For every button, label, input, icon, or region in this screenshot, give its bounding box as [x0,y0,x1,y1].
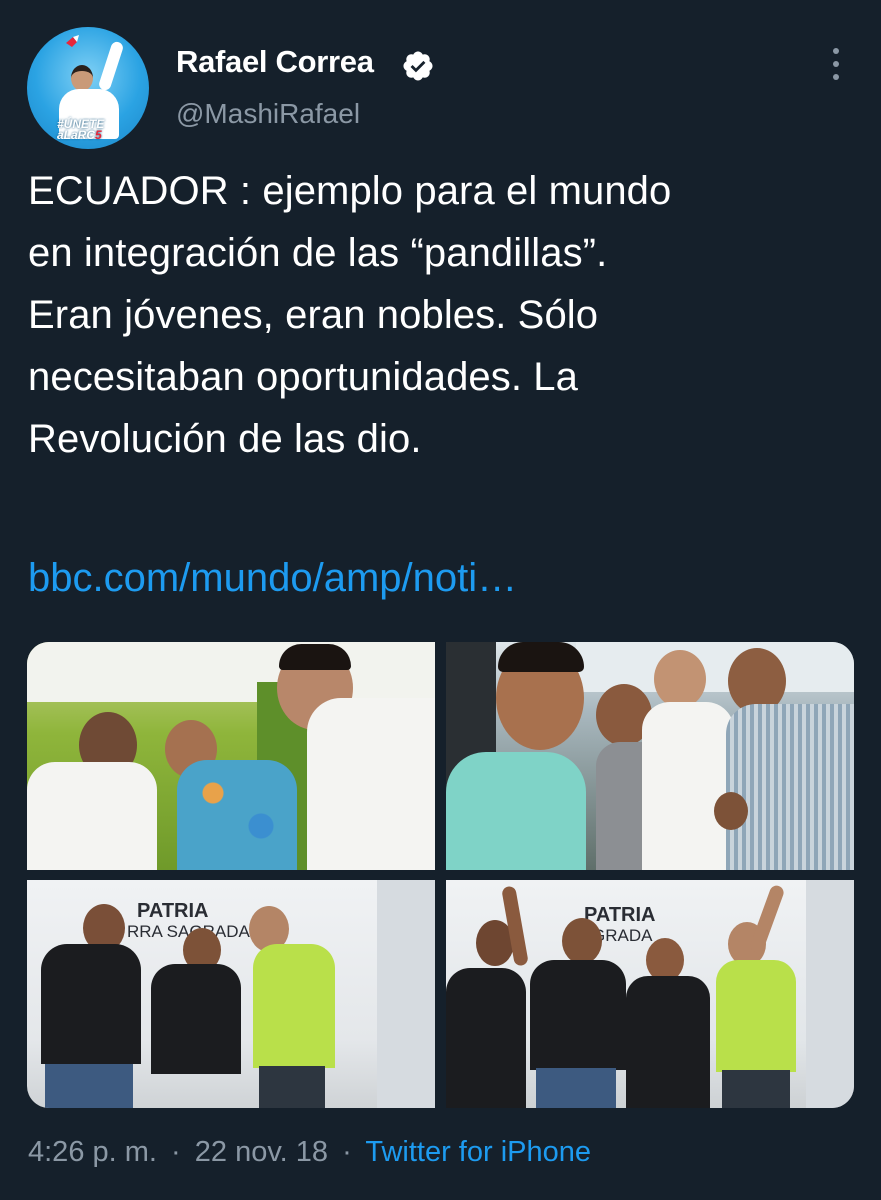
person-hair [498,642,584,672]
person-pants [259,1066,325,1108]
person-hair [279,644,351,670]
tweet-source-link[interactable]: Twitter for iPhone [365,1136,591,1168]
avatar-face [71,65,93,91]
avatar-logo [63,33,97,55]
photo-4[interactable]: PATRIA GRADA [446,880,854,1108]
person-shirt [530,960,626,1070]
tweet-time[interactable]: 4:26 p. m. [28,1136,157,1168]
person-pants [722,1070,790,1108]
tweet-card: #ÚNETE aLaRC5 Rafael Correa @MashiRafael… [0,0,881,1200]
window [377,880,435,1108]
author-handle[interactable]: @MashiRafael [176,98,360,130]
media-grid[interactable]: PATRIA RRA SAGRADA PATRIA GRADA [27,642,854,1108]
profile-avatar[interactable]: #ÚNETE aLaRC5 [27,27,149,149]
avatar-arm [97,40,125,92]
person-shirt [726,704,854,870]
more-options-icon[interactable] [818,44,854,84]
wall-text: PATRIA [137,900,209,922]
ceiling [27,642,435,702]
author-display-name[interactable]: Rafael Correa [176,44,374,80]
photo-2[interactable] [446,642,854,870]
tweet-link[interactable]: bbc.com/mundo/amp/noti… [28,547,517,609]
window [806,880,854,1108]
separator: · [171,1136,181,1168]
person-shirt [27,762,157,870]
tweet-text: ECUADOR : ejemplo para el mundo en integ… [28,169,672,461]
person-shirt [177,760,297,870]
person-shirt [642,702,734,870]
person-shirt [41,944,141,1064]
raised-arm [748,883,786,955]
tweet-metadata: 4:26 p. m. · 22 nov. 18 · Twitter for iP… [28,1136,591,1169]
person-shirt [446,752,586,870]
avatar-hashtag: #ÚNETE aLaRC5 [57,117,105,142]
tweet-date[interactable]: 22 nov. 18 [195,1136,328,1168]
separator: · [342,1136,352,1168]
person-jeans [536,1068,616,1108]
person-jeans [45,1064,133,1108]
person-shirt [626,976,710,1108]
person-head [654,650,706,708]
verified-badge-icon [401,49,435,83]
person-shirt [716,960,796,1072]
person-shirt [151,964,241,1074]
photo-1[interactable] [27,642,435,870]
person-shirt [253,944,335,1068]
person-shirt [307,698,435,870]
photo-3[interactable]: PATRIA RRA SAGRADA [27,880,435,1108]
child-head [714,792,748,830]
person-shirt [446,968,526,1108]
person-head [562,918,602,964]
